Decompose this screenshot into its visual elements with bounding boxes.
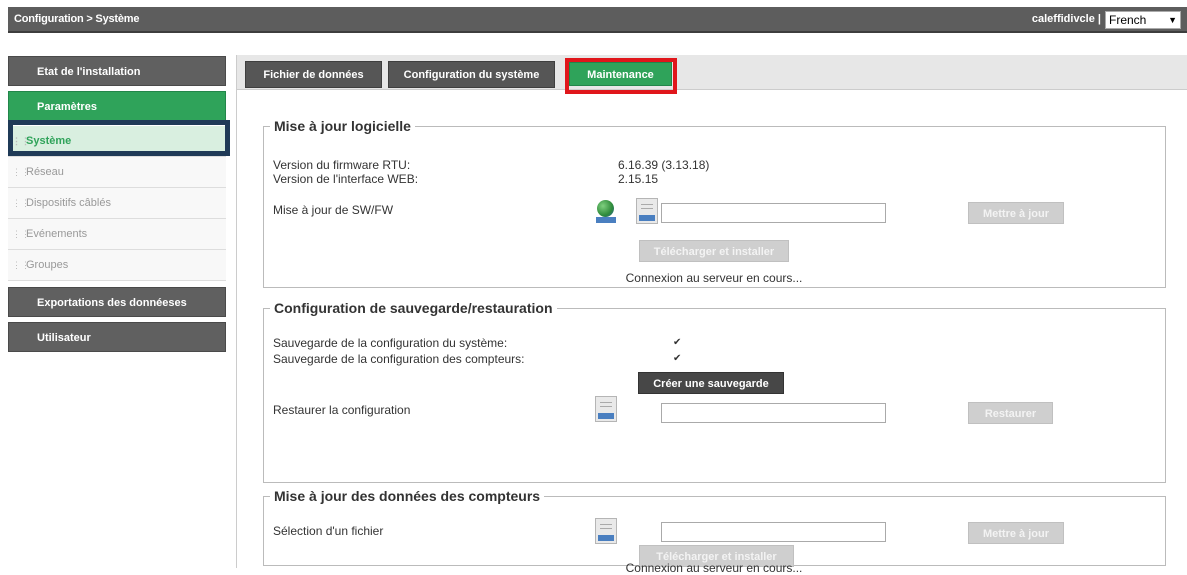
swfw-file-input[interactable]	[661, 203, 886, 223]
meters-backup-checkbox[interactable]: ✔	[673, 354, 683, 364]
update-button[interactable]: Mettre à jour	[968, 202, 1064, 224]
bck-file-icon[interactable]	[595, 396, 617, 422]
software-update-section: Mise à jour logicielle Version du firmwa…	[263, 118, 1166, 288]
bin-file-icon[interactable]	[636, 198, 658, 224]
web-version-label: Version de l'interface WEB:	[273, 172, 419, 186]
tab-bar: Fichier de données Configuration du syst…	[237, 55, 1187, 94]
sidebar-item-parameters[interactable]: Paramètres	[8, 91, 226, 121]
restore-file-input[interactable]	[661, 403, 886, 423]
grip-icon: ⋮⋮	[12, 167, 30, 177]
connection-status: Connexion au serveur en cours...	[625, 271, 803, 285]
content-panel: Fichier de données Configuration du syst…	[236, 55, 1187, 575]
tab-data-file[interactable]: Fichier de données	[245, 61, 382, 88]
sidebar-item-label: Réseau	[26, 166, 64, 178]
sidebar-item-label: Système	[26, 135, 72, 147]
backup-restore-section: Configuration de sauvegarde/restauration…	[263, 300, 1166, 483]
breadcrumb: Configuration > Système	[14, 13, 140, 25]
sidebar: Etat de l'installation Paramètres ⋮⋮Syst…	[8, 56, 226, 357]
file-select-label: Sélection d'un fichier	[273, 524, 384, 538]
download-install-button[interactable]: Télécharger et installer	[639, 240, 789, 262]
meter-update-button[interactable]: Mettre à jour	[968, 522, 1064, 544]
meter-connection-status: Connexion au serveur en cours...	[625, 561, 803, 575]
swfw-update-label: Mise à jour de SW/FW	[273, 203, 394, 217]
sidebar-item-events[interactable]: ⋮⋮Evénements	[8, 219, 226, 250]
grip-icon: ⋮⋮	[12, 198, 30, 208]
language-value: French	[1109, 13, 1147, 27]
tab-maintenance[interactable]: Maintenance	[569, 62, 672, 86]
system-backup-label: Sauvegarde de la configuration du systèm…	[273, 336, 508, 350]
sidebar-item-label: Groupes	[26, 259, 69, 271]
restore-button[interactable]: Restaurer	[968, 402, 1053, 424]
create-backup-button[interactable]: Créer une sauvegarde	[638, 372, 784, 394]
web-file-icon[interactable]	[595, 198, 617, 224]
sidebar-item-installation-status[interactable]: Etat de l'installation	[8, 56, 226, 86]
meter-file-input[interactable]	[661, 522, 886, 542]
sidebar-item-label: Evénements	[26, 228, 88, 240]
web-version-value: 2.15.15	[618, 172, 659, 186]
top-bar: Configuration > Système caleffidivcle | …	[8, 7, 1187, 33]
restore-config-label: Restaurer la configuration	[273, 403, 411, 417]
sidebar-item-wired-devices[interactable]: ⋮⋮Dispositifs câblés	[8, 188, 226, 219]
grip-icon: ⋮⋮	[12, 229, 30, 239]
system-backup-checkbox[interactable]: ✔	[673, 338, 683, 348]
section-title: Mise à jour logicielle	[274, 118, 411, 134]
firmware-version-value: 6.16.39 (3.13.18)	[618, 158, 710, 172]
grip-icon: ⋮⋮	[12, 260, 30, 270]
language-select[interactable]: French ▼	[1105, 11, 1181, 29]
sidebar-item-groups[interactable]: ⋮⋮Groupes	[8, 250, 226, 281]
firmware-version-label: Version du firmware RTU:	[273, 158, 411, 172]
sidebar-item-user[interactable]: Utilisateur	[8, 322, 226, 352]
sidebar-item-label: Dispositifs câblés	[26, 197, 111, 209]
sidebar-item-network[interactable]: ⋮⋮Réseau	[8, 157, 226, 188]
meter-data-update-section: Mise à jour des données des compteurs Sé…	[263, 488, 1166, 575]
chevron-down-icon: ▼	[1168, 15, 1177, 25]
sidebar-item-system[interactable]: ⋮⋮Système	[8, 126, 226, 157]
section-title: Mise à jour des données des compteurs	[274, 488, 541, 504]
sidebar-item-data-exports[interactable]: Exportations des donnéeses	[8, 287, 226, 317]
meters-backup-label: Sauvegarde de la configuration des compt…	[273, 352, 525, 366]
grip-icon: ⋮⋮	[12, 136, 30, 146]
bck-file-icon[interactable]	[595, 518, 617, 544]
section-title: Configuration de sauvegarde/restauration	[274, 300, 553, 316]
user-name[interactable]: caleffidivcle |	[1032, 13, 1101, 25]
tab-system-configuration[interactable]: Configuration du système	[388, 61, 555, 88]
